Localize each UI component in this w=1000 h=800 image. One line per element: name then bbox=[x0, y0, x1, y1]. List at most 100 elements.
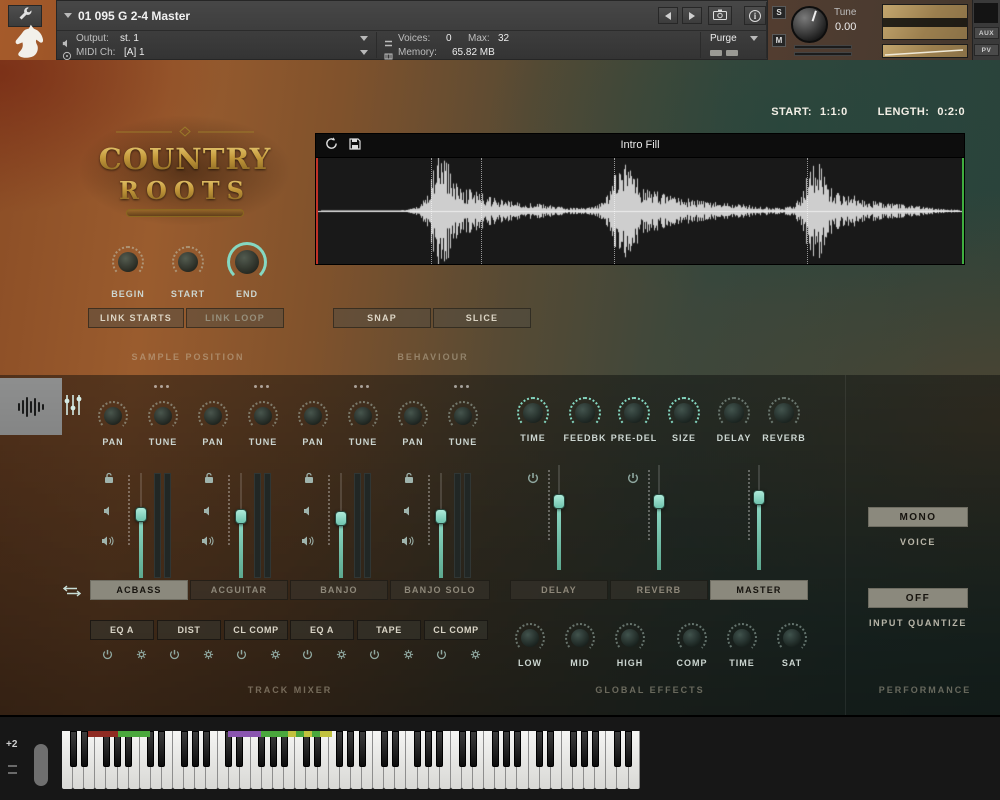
input-quantize-button[interactable]: OFF bbox=[868, 588, 968, 608]
tune-value[interactable]: 0.00 bbox=[835, 21, 856, 33]
black-key[interactable] bbox=[614, 731, 621, 767]
black-key[interactable] bbox=[625, 731, 632, 767]
insert-gear-icon[interactable] bbox=[136, 647, 147, 665]
channel-volume-slider[interactable] bbox=[334, 473, 348, 578]
volume-max-icon[interactable] bbox=[401, 533, 415, 551]
volume-min-icon[interactable] bbox=[403, 503, 415, 521]
delay-level-slider[interactable] bbox=[552, 465, 566, 570]
start-readout-value[interactable]: 1:1:0 bbox=[820, 106, 848, 118]
global-comp-knob[interactable] bbox=[677, 623, 707, 653]
black-key[interactable] bbox=[347, 731, 354, 767]
insert-slot-4[interactable]: EQ A bbox=[290, 620, 354, 640]
slice-marker[interactable] bbox=[431, 158, 432, 264]
slice-button[interactable]: SLICE bbox=[433, 308, 531, 328]
insert-power-button[interactable] bbox=[169, 647, 180, 665]
master-volume-knob[interactable] bbox=[791, 6, 828, 43]
snap-button[interactable]: SNAP bbox=[333, 308, 431, 328]
pan-knob[interactable] bbox=[98, 401, 128, 431]
black-key[interactable] bbox=[336, 731, 343, 767]
fx-feedback-knob[interactable] bbox=[569, 397, 601, 429]
insert-gear-icon[interactable] bbox=[470, 647, 481, 665]
black-key[interactable] bbox=[503, 731, 510, 767]
track-tab-banjo[interactable]: BANJO bbox=[290, 580, 388, 600]
volume-min-icon[interactable] bbox=[103, 503, 115, 521]
channel-volume-slider[interactable] bbox=[234, 473, 248, 578]
track-tab-acbass[interactable]: ACBASS bbox=[90, 580, 188, 600]
black-key[interactable] bbox=[581, 731, 588, 767]
prev-instrument-button[interactable] bbox=[658, 7, 678, 24]
black-key[interactable] bbox=[203, 731, 210, 767]
insert-slot-2[interactable]: DIST bbox=[157, 620, 221, 640]
purge-dropdown-chevron-icon[interactable] bbox=[750, 36, 758, 41]
volume-max-icon[interactable] bbox=[101, 533, 115, 551]
fx-predelay-knob[interactable] bbox=[618, 397, 650, 429]
lock-icon[interactable] bbox=[204, 471, 214, 489]
volume-min-icon[interactable] bbox=[303, 503, 315, 521]
insert-power-button[interactable] bbox=[236, 647, 247, 665]
start-knob[interactable] bbox=[172, 246, 204, 278]
black-key[interactable] bbox=[381, 731, 388, 767]
fx-size-knob[interactable] bbox=[668, 397, 700, 429]
channel-options-dots[interactable] bbox=[154, 385, 169, 388]
black-key[interactable] bbox=[414, 731, 421, 767]
channel-options-dots[interactable] bbox=[354, 385, 369, 388]
lock-icon[interactable] bbox=[304, 471, 314, 489]
output-dropdown-chevron-icon[interactable] bbox=[360, 36, 368, 41]
slice-marker[interactable] bbox=[807, 158, 808, 264]
page-tab-mixer[interactable] bbox=[63, 393, 83, 422]
end-knob[interactable] bbox=[227, 242, 267, 282]
snapshot-camera-button[interactable] bbox=[708, 6, 732, 25]
track-tab-banjo-solo[interactable]: BANJO SOLO bbox=[390, 580, 490, 600]
insert-power-button[interactable] bbox=[436, 647, 447, 665]
bus-tab-master[interactable]: MASTER bbox=[710, 580, 808, 600]
sample-start-marker[interactable] bbox=[316, 158, 318, 264]
tune-knob[interactable] bbox=[248, 401, 278, 431]
fx-time-knob[interactable] bbox=[517, 397, 549, 429]
insert-power-button[interactable] bbox=[369, 647, 380, 665]
black-key[interactable] bbox=[592, 731, 599, 767]
global-mid-knob[interactable] bbox=[565, 623, 595, 653]
octave-shift-value[interactable]: +2 bbox=[6, 739, 17, 750]
insert-slot-5[interactable]: TAPE bbox=[357, 620, 421, 640]
black-key[interactable] bbox=[459, 731, 466, 767]
black-key[interactable] bbox=[536, 731, 543, 767]
global-sat-knob[interactable] bbox=[777, 623, 807, 653]
reverb-power-button[interactable] bbox=[627, 471, 639, 489]
insert-gear-icon[interactable] bbox=[336, 647, 347, 665]
tune-knob[interactable] bbox=[448, 401, 478, 431]
keyboard-scroll-left-button[interactable] bbox=[8, 765, 17, 767]
black-key[interactable] bbox=[514, 731, 521, 767]
mute-button[interactable]: M bbox=[772, 34, 786, 47]
global-high-knob[interactable] bbox=[615, 623, 645, 653]
black-key[interactable] bbox=[81, 731, 88, 767]
black-key[interactable] bbox=[392, 731, 399, 767]
midi-dropdown-chevron-icon[interactable] bbox=[360, 50, 368, 55]
pan-knob[interactable] bbox=[198, 401, 228, 431]
sample-end-marker[interactable] bbox=[962, 158, 964, 264]
link-starts-button[interactable]: LINK STARTS bbox=[88, 308, 184, 328]
tune-knob[interactable] bbox=[348, 401, 378, 431]
channel-swap-button[interactable] bbox=[63, 584, 81, 602]
black-key[interactable] bbox=[359, 731, 366, 767]
black-key[interactable] bbox=[70, 731, 77, 767]
channel-options-dots[interactable] bbox=[254, 385, 269, 388]
insert-power-button[interactable] bbox=[102, 647, 113, 665]
info-button[interactable] bbox=[744, 6, 766, 25]
midi-value[interactable]: [A] 1 bbox=[124, 47, 145, 58]
insert-gear-icon[interactable] bbox=[403, 647, 414, 665]
pv-button[interactable]: PV bbox=[974, 44, 999, 56]
next-instrument-button[interactable] bbox=[682, 7, 702, 24]
black-key[interactable] bbox=[470, 731, 477, 767]
black-key[interactable] bbox=[436, 731, 443, 767]
insert-slot-1[interactable]: EQ A bbox=[90, 620, 154, 640]
link-loop-button[interactable]: LINK LOOP bbox=[186, 308, 284, 328]
max-voices-value[interactable]: 32 bbox=[498, 33, 509, 44]
aux-button[interactable]: AUX bbox=[974, 27, 999, 39]
black-key[interactable] bbox=[158, 731, 165, 767]
tune-knob[interactable] bbox=[148, 401, 178, 431]
lock-icon[interactable] bbox=[404, 471, 414, 489]
channel-options-dots[interactable] bbox=[454, 385, 469, 388]
lock-icon[interactable] bbox=[104, 471, 114, 489]
voice-mode-button[interactable]: MONO bbox=[868, 507, 968, 527]
volume-max-icon[interactable] bbox=[301, 533, 315, 551]
